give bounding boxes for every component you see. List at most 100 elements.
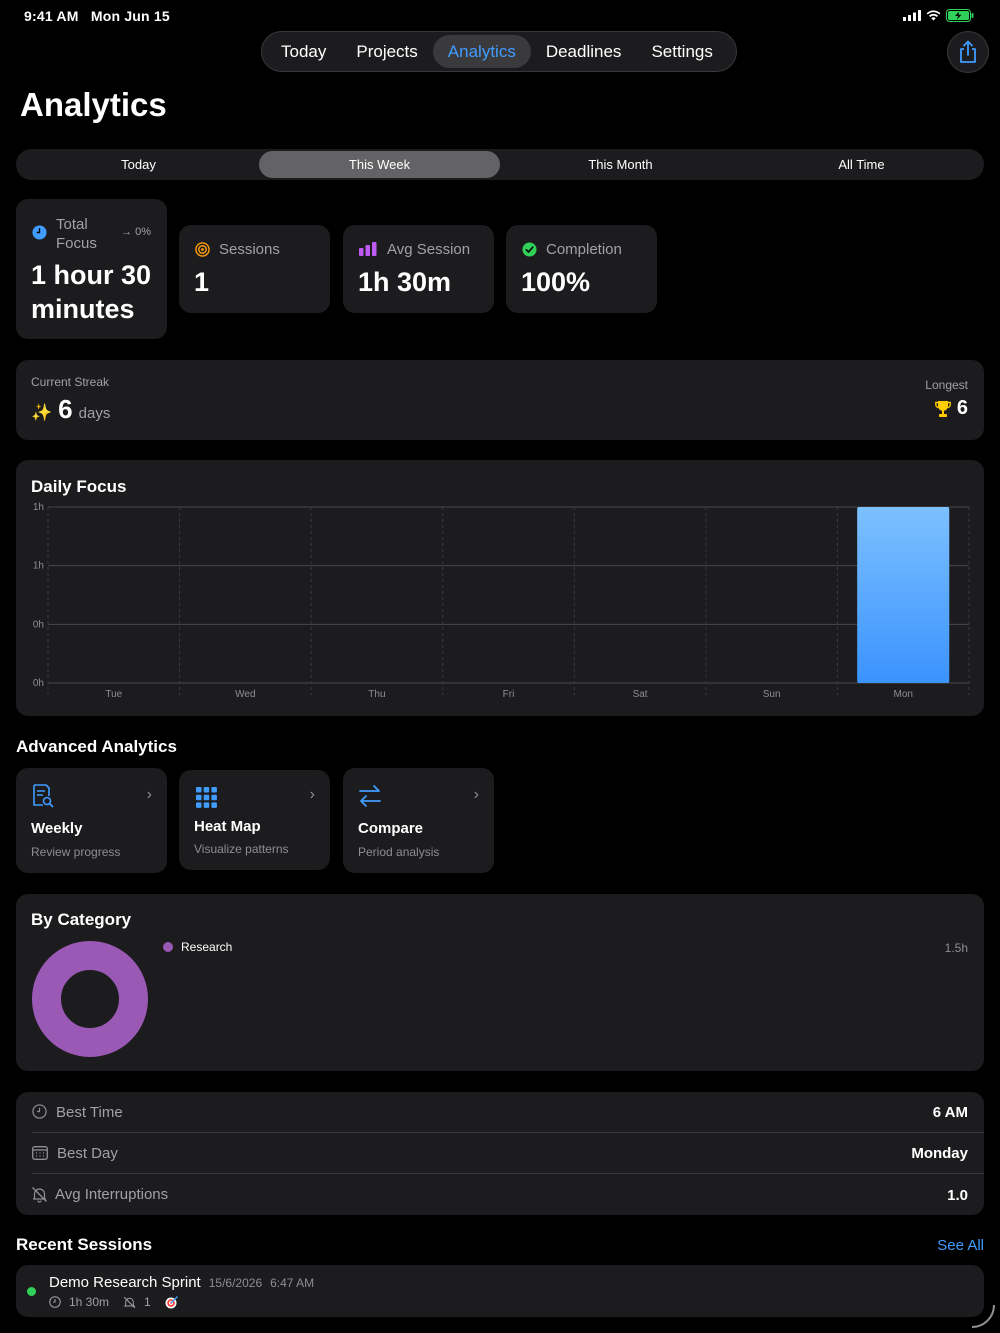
avg-session-value: 1h 30m [358, 267, 452, 297]
status-bar-time: 9:41 AM Mon Jun 15 [24, 8, 170, 24]
tab-analytics[interactable]: Analytics [432, 35, 531, 68]
page-title: Analytics [20, 86, 167, 123]
tab-projects[interactable]: Projects [341, 35, 432, 68]
category-value: 1.5h [944, 941, 968, 955]
period-today[interactable]: Today [18, 151, 259, 178]
session-meta: 1h 30m 1 [49, 1295, 179, 1309]
chevron-right-icon: › [309, 786, 315, 803]
session-name: Demo Research Sprint [49, 1274, 201, 1291]
battery-charging-icon [946, 9, 974, 22]
status-icons [903, 9, 974, 22]
clock-icon [32, 225, 47, 240]
current-streak: ✨ 6 days [31, 394, 110, 425]
weekly-subtitle: Review progress [31, 845, 121, 859]
bar-mon [857, 507, 950, 683]
x-tick-label: Thu [368, 689, 385, 700]
x-tick-label: Sun [763, 689, 781, 700]
current-streak-unit: days [78, 405, 111, 422]
clock-icon [49, 1296, 61, 1308]
category-name: Research [181, 940, 233, 954]
period-this-month[interactable]: This Month [500, 151, 741, 178]
best-day-label: Best Day [57, 1145, 118, 1162]
avg-session-card: Avg Session 1h 30m [343, 225, 494, 313]
arrow-right-icon: → [121, 226, 133, 238]
see-all-link[interactable]: See All [937, 1237, 984, 1254]
daily-focus-chart: 1h 1h 0h 0h Tue Wed Thu Fri Sat Sun Mon [33, 502, 970, 700]
daily-focus-card: Daily Focus 1h 1h 0h 0h Tue Wed Thu Fri Sat Sun Mo… [16, 460, 984, 716]
share-icon [960, 40, 976, 63]
period-segmented-control: Today This Week This Month All Time [16, 149, 984, 180]
share-button[interactable] [947, 31, 989, 73]
compare-card[interactable]: › Compare Period analysis [343, 768, 494, 873]
y-tick-label: 1h [33, 502, 44, 513]
longest-streak-label: Longest [925, 378, 968, 392]
heat-map-title: Heat Map [194, 818, 261, 835]
session-interruptions: 1 [144, 1295, 151, 1309]
insights-card: Best Time 6 AM Best Day Monday Avg Inter… [16, 1092, 984, 1215]
period-this-week[interactable]: This Week [259, 151, 500, 178]
session-time: 6:47 AM [270, 1276, 315, 1290]
heat-map-card[interactable]: › Heat Map Visualize patterns [179, 770, 330, 870]
dart-target-icon [165, 1296, 178, 1309]
x-tick-label: Tue [105, 689, 122, 700]
session-row[interactable]: Demo Research Sprint 15/6/2026 6:47 AM 1… [16, 1265, 984, 1317]
session-status-dot [27, 1287, 36, 1296]
heat-map-subtitle: Visualize patterns [194, 842, 289, 856]
chevron-right-icon: › [473, 786, 479, 803]
grid-icon [196, 787, 217, 808]
tab-settings[interactable]: Settings [636, 35, 727, 68]
sessions-card: Sessions 1 [179, 225, 330, 313]
y-tick-label: 0h [33, 678, 44, 689]
current-streak-value: 6 [58, 394, 73, 424]
cellular-signal-icon [903, 10, 921, 21]
best-time-label: Best Time [56, 1104, 123, 1121]
streak-card: Current Streak ✨ 6 days Longest 6 [16, 360, 984, 440]
resize-corner-icon [971, 1304, 995, 1328]
best-time-value: 6 AM [932, 1104, 968, 1121]
trophy-icon [934, 400, 951, 417]
compare-title: Compare [358, 820, 424, 837]
best-day-value: Monday [911, 1145, 968, 1162]
sparkles-icon: ✨ [31, 403, 53, 422]
arrows-icon [359, 785, 381, 807]
weekly-title: Weekly [31, 820, 83, 837]
completion-card: Completion 100% [506, 225, 657, 313]
sessions-value: 1 [194, 267, 210, 297]
avg-session-label: Avg Session [387, 241, 471, 258]
top-tab-bar: Today Projects Analytics Deadlines Setti… [261, 31, 737, 72]
session-date: 15/6/2026 [208, 1276, 263, 1290]
x-tick-label: Mon [893, 689, 912, 700]
status-date: Mon Jun 15 [90, 8, 170, 24]
session-header: Demo Research Sprint 15/6/2026 6:47 AM [49, 1274, 314, 1291]
completion-label: Completion [546, 241, 622, 258]
avg-interruptions-label: Avg Interruptions [55, 1186, 169, 1203]
avg-interruptions-row: Avg Interruptions 1.0 [16, 1174, 984, 1215]
legend-dot [163, 942, 173, 952]
longest-streak: 6 [934, 397, 968, 420]
clock-icon [32, 1104, 47, 1119]
x-tick-label: Sat [633, 689, 648, 700]
y-tick-label: 0h [33, 619, 44, 630]
bell-slash-icon [123, 1296, 136, 1308]
bar-chart-icon [359, 242, 377, 256]
bell-slash-icon [32, 1187, 47, 1203]
x-tick-label: Wed [235, 689, 255, 700]
sessions-label: Sessions [219, 241, 280, 258]
tab-today[interactable]: Today [266, 35, 341, 68]
longest-streak-value: 6 [956, 397, 968, 419]
period-all-time[interactable]: All Time [741, 151, 982, 178]
checkmark-circle-icon [522, 242, 537, 257]
report-icon [33, 784, 54, 808]
total-focus-change: → 0% [121, 226, 151, 238]
total-focus-card: Total Focus → 0% 1 hour 30 minutes [16, 199, 167, 339]
best-day-row: Best Day Monday [16, 1133, 984, 1173]
weekly-card[interactable]: › Weekly Review progress [16, 768, 167, 873]
category-donut-chart [32, 941, 148, 1057]
donut-slice-research [32, 941, 148, 1057]
by-category-card: By Category Research 1.5h [16, 894, 984, 1071]
tab-deadlines[interactable]: Deadlines [531, 35, 637, 68]
total-focus-label: Total Focus [56, 216, 97, 252]
target-icon [195, 242, 210, 257]
avg-interruptions-value: 1.0 [947, 1187, 968, 1204]
compare-subtitle: Period analysis [358, 845, 440, 859]
